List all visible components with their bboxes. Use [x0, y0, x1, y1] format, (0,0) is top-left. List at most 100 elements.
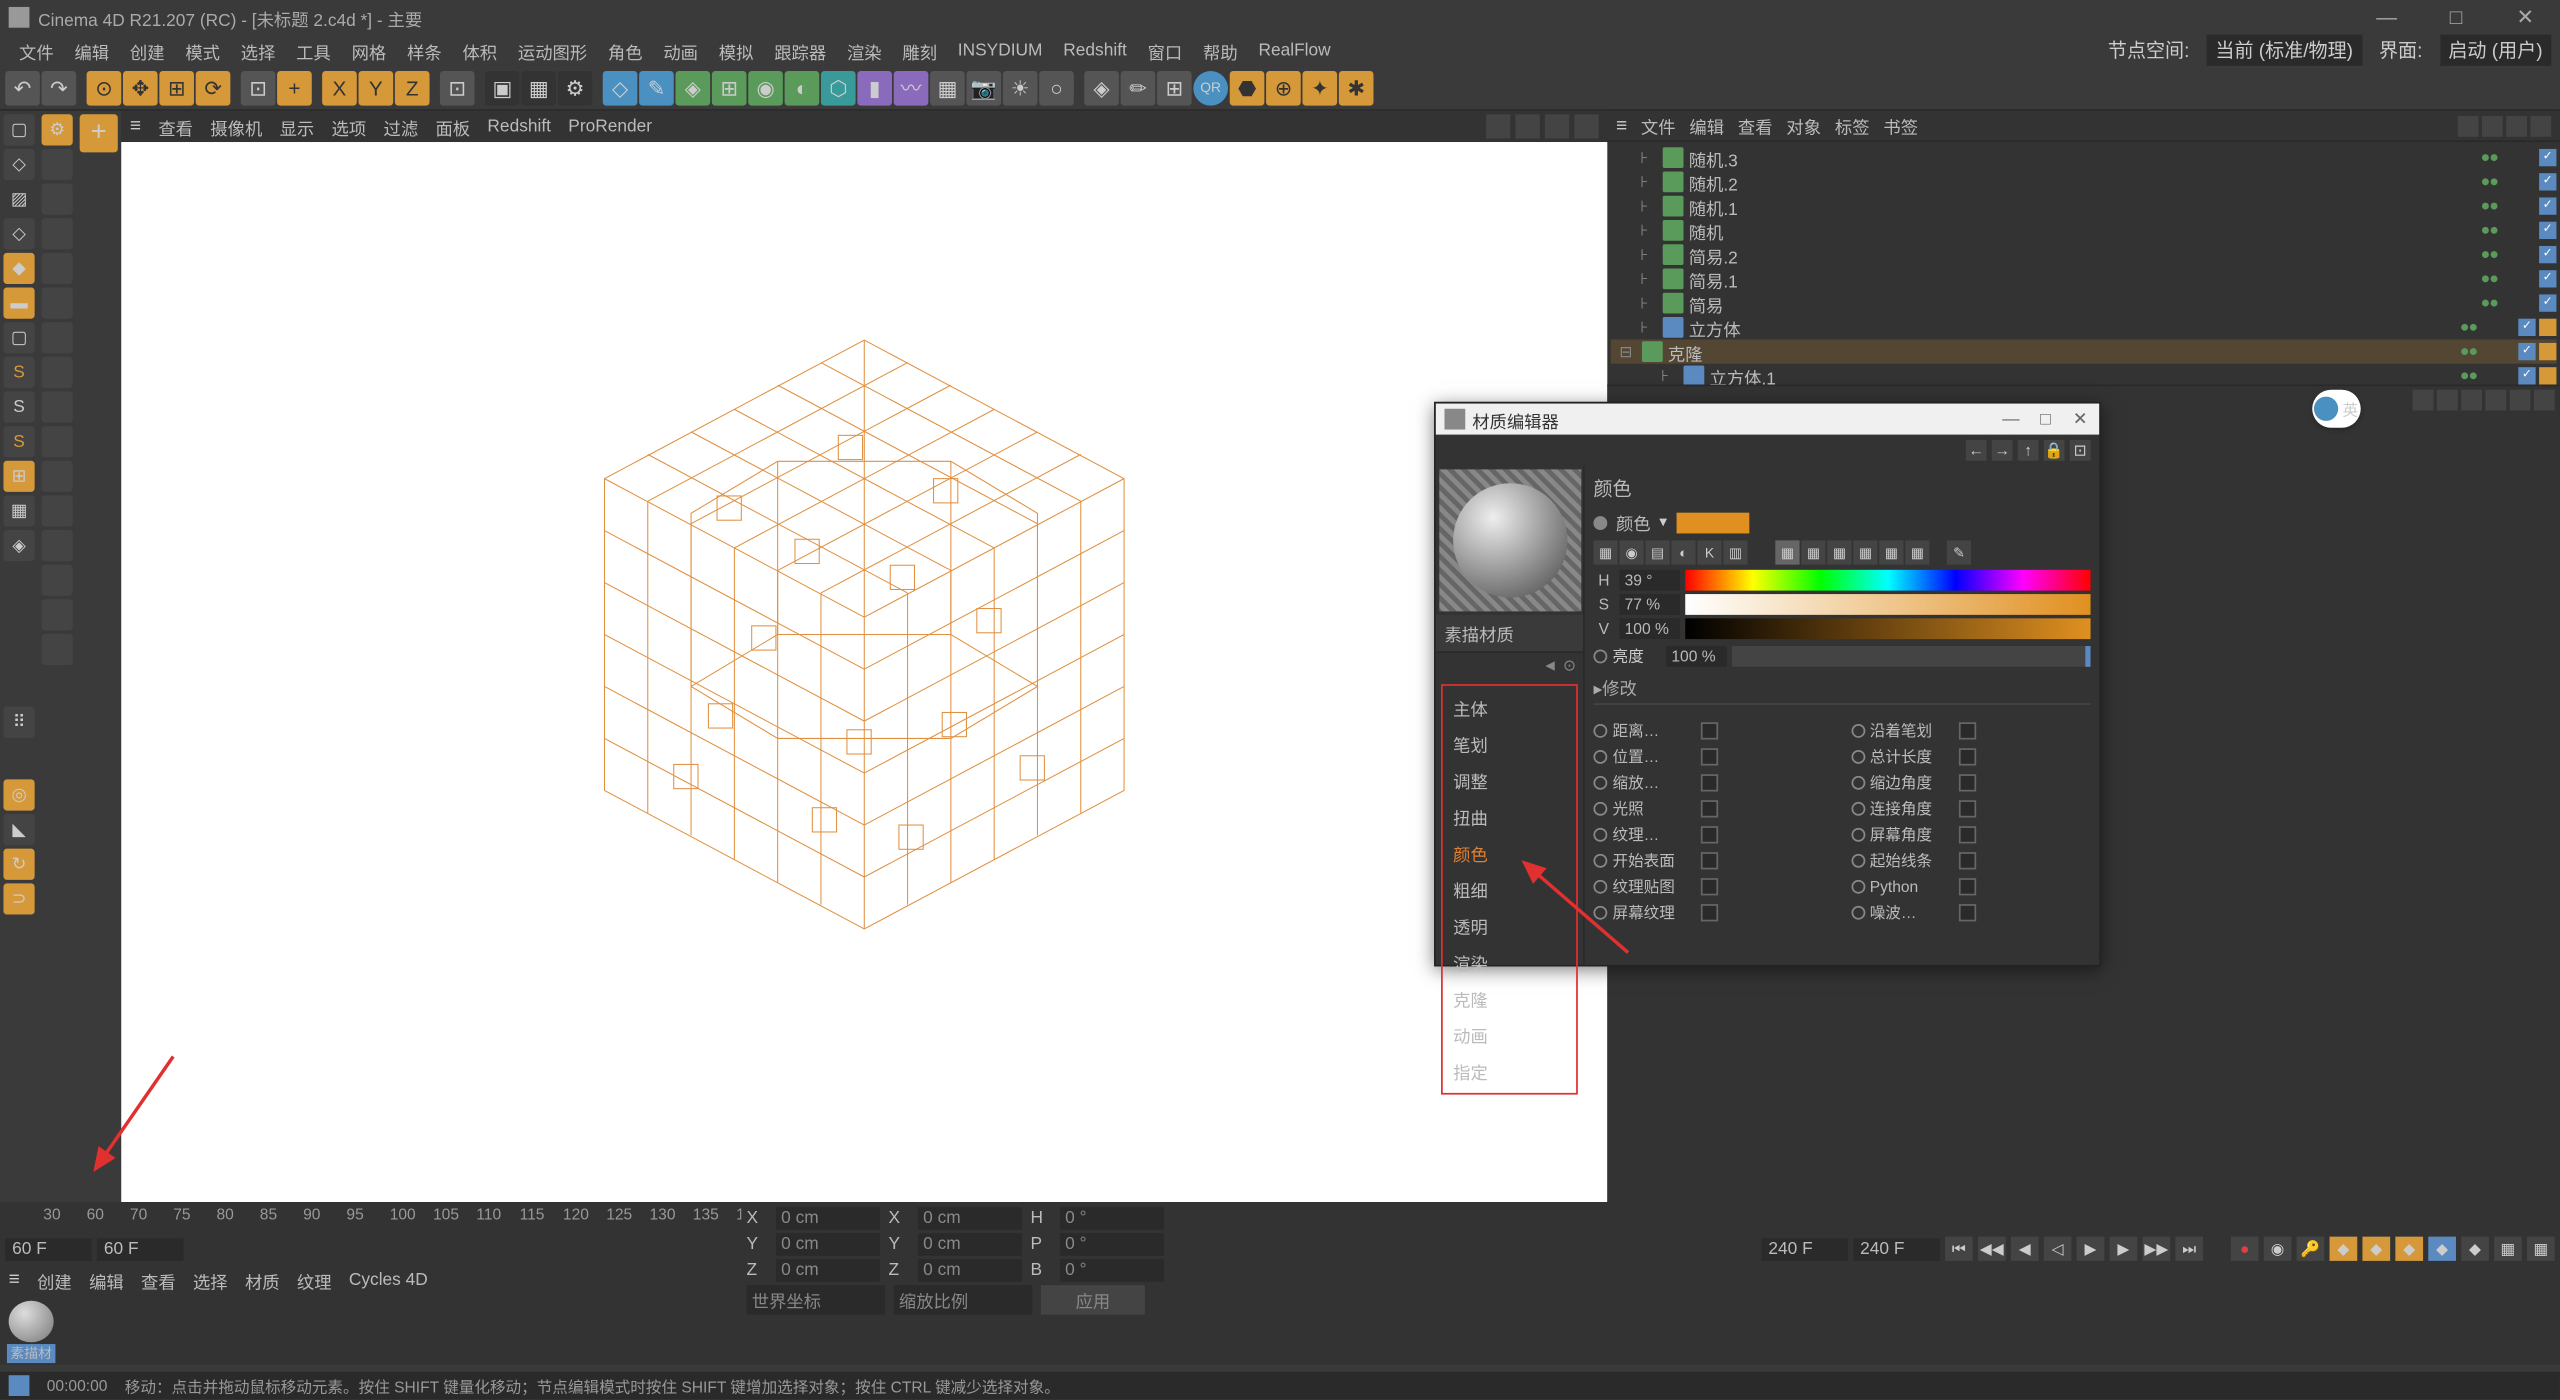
mixer-icon[interactable]: ▥ — [1723, 540, 1747, 564]
menu-volume[interactable]: 体积 — [452, 37, 507, 63]
field-icon[interactable]: 〰 — [894, 70, 929, 105]
mat-menu-cycles[interactable]: Cycles 4D — [349, 1270, 428, 1289]
material-tab[interactable]: 主体 — [1446, 689, 1572, 725]
modifier-option[interactable]: 位置… — [1593, 745, 1833, 768]
mat-menu-view[interactable]: 查看 — [141, 1267, 176, 1293]
frame-end2[interactable]: 240 F — [1853, 1238, 1940, 1261]
menu-create[interactable]: 创建 — [120, 37, 175, 63]
material-tab[interactable]: 颜色 — [1446, 835, 1572, 871]
t2-icon[interactable] — [42, 149, 73, 180]
y-axis-icon[interactable]: Y — [359, 70, 394, 105]
vp-nav3-icon[interactable] — [1545, 114, 1569, 138]
rot-key-icon[interactable]: ◆ — [2362, 1237, 2390, 1261]
val-slider[interactable] — [1685, 618, 2090, 639]
menu-mode[interactable]: 模式 — [175, 37, 230, 63]
ime-badge[interactable]: 英 — [2312, 390, 2360, 428]
object-row[interactable]: ⊦随机.2✓ — [1611, 170, 2557, 194]
mode4-icon[interactable]: ▦ — [1853, 540, 1877, 564]
rp-menu-edit[interactable]: 编辑 — [1689, 113, 1724, 139]
editable-icon[interactable]: ▢ — [3, 114, 34, 145]
matwin-fwd-icon[interactable]: → — [1992, 440, 2013, 461]
mode2-icon[interactable]: ▦ — [1801, 540, 1825, 564]
swatch-icon[interactable]: ◉ — [1619, 540, 1643, 564]
play-back-icon[interactable]: ◁ — [2044, 1237, 2072, 1261]
menu-render[interactable]: 渲染 — [837, 37, 892, 63]
menu-file[interactable]: 文件 — [9, 37, 64, 63]
scale-key-icon[interactable]: ◆ — [2395, 1237, 2423, 1261]
key-icon[interactable]: 🔑 — [2297, 1237, 2325, 1261]
material-name[interactable]: 素描材质 — [1436, 615, 1583, 653]
render-view-icon[interactable]: ▣ — [485, 70, 520, 105]
material-thumb[interactable]: 素描材 — [5, 1301, 57, 1363]
point-icon[interactable]: ◆ — [3, 253, 34, 284]
keymode-icon[interactable]: ▦ — [2494, 1237, 2522, 1261]
kelvin-icon[interactable]: K — [1697, 540, 1721, 564]
menu-animate[interactable]: 动画 — [653, 37, 708, 63]
modifier-option[interactable]: 沿着笔划 — [1851, 719, 2091, 742]
snap2-icon[interactable]: S — [3, 426, 34, 457]
nodespace-value[interactable]: 当前 (标准/物理) — [2207, 35, 2362, 66]
mode1-icon[interactable]: ▦ — [1775, 540, 1799, 564]
volume-icon[interactable]: ◈ — [1084, 70, 1119, 105]
uv-icon[interactable]: ⊞ — [3, 461, 34, 492]
eyedropper-icon[interactable]: ✎ — [1947, 540, 1971, 564]
autokey-icon[interactable]: ◉ — [2264, 1237, 2292, 1261]
viewport-canvas[interactable] — [121, 142, 1607, 1202]
rp-search-icon[interactable] — [2458, 115, 2479, 136]
dotgrid-icon[interactable]: ⠿ — [3, 707, 34, 738]
joint-icon[interactable]: ⬣ — [1230, 70, 1265, 105]
cube-primitive-icon[interactable]: ◇ — [603, 70, 638, 105]
axis-icon[interactable]: S — [3, 357, 34, 388]
move-tool-icon[interactable]: ✥ — [123, 70, 158, 105]
vp-menu-display[interactable]: 显示 — [280, 113, 315, 139]
t12-icon[interactable] — [42, 495, 73, 526]
mode3-icon[interactable]: ▦ — [1827, 540, 1851, 564]
attr-back-icon[interactable] — [2413, 390, 2434, 411]
modifier-option[interactable]: 纹理贴图 — [1593, 875, 1833, 898]
mode6-icon[interactable]: ▦ — [1905, 540, 1929, 564]
t7-icon[interactable] — [42, 322, 73, 353]
modifier-option[interactable]: 屏幕纹理 — [1593, 901, 1833, 924]
menu-window[interactable]: 窗口 — [1137, 37, 1192, 63]
modifier-option[interactable]: 噪波… — [1851, 901, 2091, 924]
object-row[interactable]: ⊦立方体✓ — [1611, 315, 2557, 339]
t14-icon[interactable] — [42, 565, 73, 596]
menu-tracker[interactable]: 跟踪器 — [764, 37, 837, 63]
v-value[interactable]: 100 % — [1619, 618, 1680, 639]
rp-dock-icon[interactable] — [2530, 115, 2551, 136]
matlist-clock-icon[interactable]: ⊙ — [1563, 656, 1576, 675]
attr-fwd-icon[interactable] — [2437, 390, 2458, 411]
select-tool-icon[interactable]: ⊙ — [87, 70, 122, 105]
object-row[interactable]: ⊦随机✓ — [1611, 218, 2557, 242]
brightness-radio[interactable] — [1593, 649, 1607, 663]
coord-x-value[interactable]: 0 cm — [776, 1207, 880, 1230]
modify-section[interactable]: ▸修改 — [1593, 670, 2090, 705]
z-axis-icon[interactable]: Z — [395, 70, 430, 105]
coord-scale[interactable]: 缩放比例 — [894, 1285, 1033, 1314]
subdivision-icon[interactable]: ◈ — [675, 70, 710, 105]
render-region-icon[interactable]: ▦ — [521, 70, 556, 105]
mat-menu-select[interactable]: 选择 — [193, 1267, 228, 1293]
vp-menu-options[interactable]: 选项 — [332, 113, 367, 139]
mat-menu-edit[interactable]: 编辑 — [89, 1267, 124, 1293]
object-row[interactable]: ⊦简易.1✓ — [1611, 267, 2557, 291]
s-value[interactable]: 77 % — [1619, 594, 1680, 615]
environment-icon[interactable]: ▦ — [930, 70, 965, 105]
undo-icon[interactable]: ↶ — [5, 70, 40, 105]
camera-icon[interactable]: 📷 — [966, 70, 1001, 105]
menu-select[interactable]: 选择 — [230, 37, 285, 63]
hue-slider[interactable] — [1685, 570, 2090, 591]
param-key-icon[interactable]: ◆ — [2428, 1237, 2456, 1261]
fit-icon[interactable]: ◎ — [3, 779, 34, 810]
vp-nav2-icon[interactable] — [1516, 114, 1540, 138]
t13-icon[interactable] — [42, 530, 73, 561]
matwin-close[interactable]: ✕ — [2070, 410, 2091, 429]
coord-x2-value[interactable]: 0 cm — [918, 1207, 1022, 1230]
matwin-minimize[interactable]: — — [2000, 410, 2021, 429]
material-tab[interactable]: 粗细 — [1446, 871, 1572, 907]
deformer-icon[interactable]: ▮ — [857, 70, 892, 105]
tweak-icon[interactable]: ◈ — [3, 530, 34, 561]
coord-p-value[interactable]: 0 ° — [1060, 1233, 1164, 1256]
rotate-tool-icon[interactable]: ⟳ — [196, 70, 231, 105]
menu-sculpt[interactable]: 雕刻 — [892, 37, 947, 63]
